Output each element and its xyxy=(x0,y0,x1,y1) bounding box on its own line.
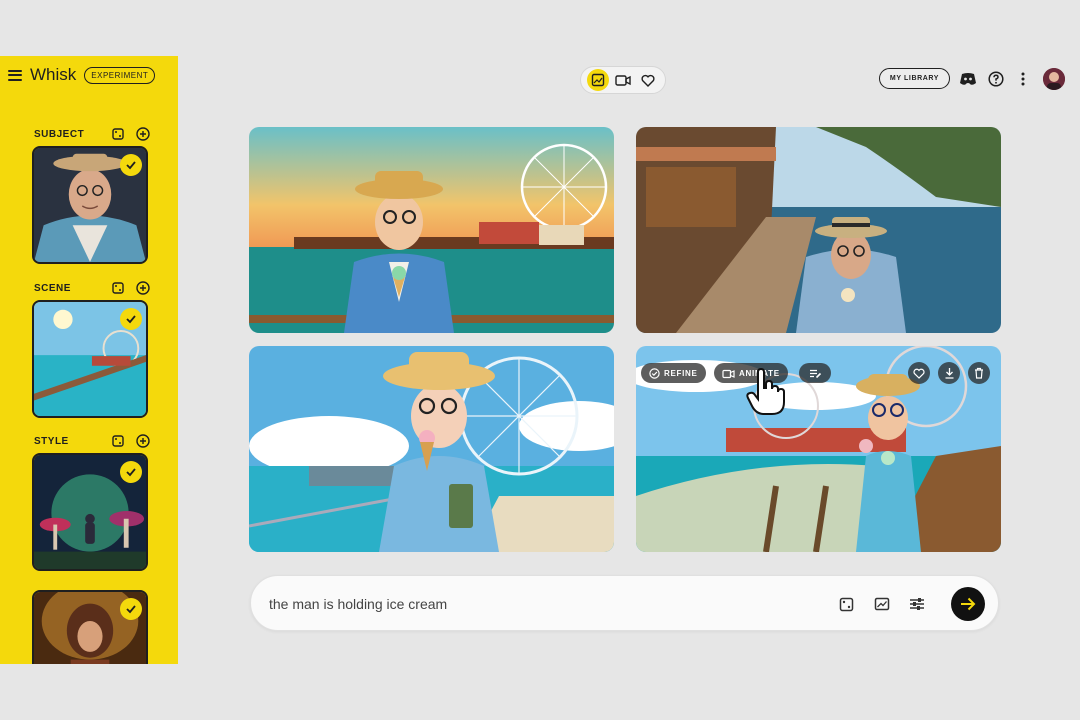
edit-text-icon xyxy=(809,369,821,378)
download-icon xyxy=(945,368,953,379)
settings-button[interactable] xyxy=(907,594,927,614)
sidebar: Whisk EXPERIMENT SUBJECT SCENE STYLE xyxy=(0,56,178,664)
image-mode-button[interactable] xyxy=(586,69,609,91)
result-tile-hovered[interactable]: REFINE ANIMATE xyxy=(636,346,1001,552)
refine-button[interactable]: REFINE xyxy=(641,363,706,383)
animate-label: ANIMATE xyxy=(739,368,780,378)
delete-button[interactable] xyxy=(968,362,990,384)
send-button[interactable] xyxy=(951,587,985,621)
image-icon xyxy=(874,597,890,611)
selected-check-icon xyxy=(120,308,142,330)
check-circle-icon xyxy=(649,367,660,379)
video-mode-button[interactable] xyxy=(612,69,634,91)
scene-title: SCENE xyxy=(34,282,71,294)
download-button[interactable] xyxy=(938,362,960,384)
favorites-button[interactable] xyxy=(637,69,659,91)
style-section-header: STYLE xyxy=(34,433,150,449)
arrow-right-icon xyxy=(961,597,976,611)
dice-icon xyxy=(839,597,853,611)
add-icon[interactable] xyxy=(136,127,150,141)
image-edit-icon xyxy=(591,73,604,87)
selected-check-icon xyxy=(120,598,142,620)
aspect-ratio-button[interactable] xyxy=(872,594,892,614)
subject-section-header: SUBJECT xyxy=(34,126,150,142)
edit-prompt-button[interactable] xyxy=(799,363,831,383)
selected-check-icon xyxy=(120,154,142,176)
avatar[interactable] xyxy=(1043,68,1065,90)
heart-icon xyxy=(641,74,655,87)
discord-icon[interactable] xyxy=(958,69,978,89)
prompt-input[interactable] xyxy=(269,594,809,614)
tune-icon xyxy=(910,598,924,610)
heart-icon xyxy=(913,368,925,379)
mode-switcher xyxy=(580,66,666,94)
style-thumbnail-2[interactable] xyxy=(32,590,148,664)
result-tile[interactable] xyxy=(249,346,614,552)
result-image xyxy=(636,127,1001,333)
result-tile[interactable] xyxy=(636,127,1001,333)
selected-check-icon xyxy=(120,461,142,483)
randomize-button[interactable] xyxy=(836,594,856,614)
result-image xyxy=(249,346,614,552)
subject-thumbnail[interactable] xyxy=(32,146,148,264)
refine-label: REFINE xyxy=(664,368,698,378)
style-title: STYLE xyxy=(34,435,69,447)
scene-thumbnail[interactable] xyxy=(32,300,148,418)
video-camera-icon xyxy=(615,75,631,86)
menu-icon[interactable] xyxy=(8,69,22,81)
dice-icon[interactable] xyxy=(112,128,124,140)
video-camera-icon xyxy=(722,369,735,378)
dice-icon[interactable] xyxy=(112,435,124,447)
favorite-button[interactable] xyxy=(908,362,930,384)
add-icon[interactable] xyxy=(136,281,150,295)
result-image xyxy=(249,127,614,333)
trash-icon xyxy=(975,367,983,379)
subject-title: SUBJECT xyxy=(34,128,85,140)
animate-button[interactable]: ANIMATE xyxy=(714,363,788,383)
app-name: Whisk xyxy=(30,65,77,84)
dice-icon[interactable] xyxy=(112,282,124,294)
brand: Whisk EXPERIMENT xyxy=(8,65,156,85)
scene-section-header: SCENE xyxy=(34,280,150,296)
result-tile[interactable] xyxy=(249,127,614,333)
style-thumbnail[interactable] xyxy=(32,453,148,571)
more-vert-icon[interactable] xyxy=(1013,69,1033,89)
help-icon[interactable] xyxy=(986,69,1006,89)
my-library-button[interactable]: MY LIBRARY xyxy=(879,68,950,89)
prompt-bar xyxy=(250,575,999,631)
add-icon[interactable] xyxy=(136,434,150,448)
experiment-badge: EXPERIMENT xyxy=(84,66,156,84)
